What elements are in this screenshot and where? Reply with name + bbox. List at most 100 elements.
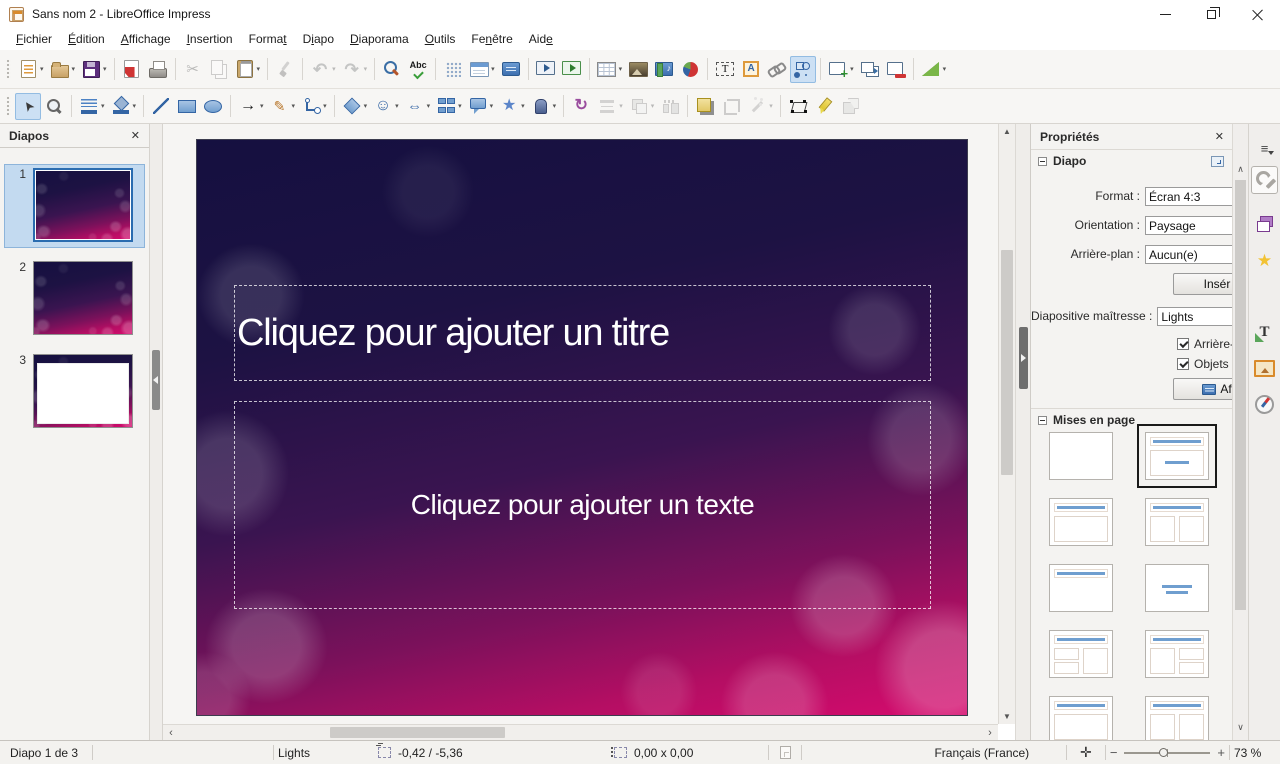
slide-thumbnail-preview[interactable] bbox=[33, 261, 133, 335]
master-slide-button[interactable] bbox=[498, 56, 524, 83]
dropdown-arrow-icon[interactable]: ▾ bbox=[292, 102, 296, 110]
dropdown-arrow-icon[interactable]: ▾ bbox=[323, 102, 327, 110]
insert-chart-button[interactable] bbox=[677, 56, 703, 83]
collapse-section-icon[interactable] bbox=[1038, 157, 1047, 166]
shadow-button[interactable] bbox=[692, 93, 718, 120]
zoom-pan-button[interactable] bbox=[41, 93, 67, 120]
diapo-section-header[interactable]: Diapo bbox=[1031, 150, 1233, 172]
new-presentation-button[interactable]: ▾ bbox=[15, 56, 47, 83]
dropdown-arrow-icon[interactable]: ▾ bbox=[943, 65, 947, 73]
scroll-down-icon[interactable]: ∨ bbox=[1233, 722, 1248, 733]
body-placeholder[interactable]: Cliquez pour ajouter un texte bbox=[234, 401, 931, 609]
extrusion-button[interactable] bbox=[837, 93, 863, 120]
layout-row5-left[interactable] bbox=[1049, 696, 1113, 740]
insert-hyperlink-button[interactable] bbox=[764, 56, 790, 83]
3d-objects-button[interactable]: ▾ bbox=[528, 93, 560, 120]
fit-slide-button[interactable]: ✛ bbox=[1071, 744, 1101, 761]
slide-thumbnail-preview[interactable] bbox=[33, 354, 133, 428]
layout-row5-right[interactable] bbox=[1145, 696, 1209, 740]
show-draw-functions-button[interactable] bbox=[790, 56, 816, 83]
scroll-up-icon[interactable]: ▲ bbox=[999, 124, 1015, 138]
delete-slide-button[interactable] bbox=[883, 56, 909, 83]
rectangle-button[interactable] bbox=[174, 93, 200, 120]
vertical-scroll-thumb[interactable] bbox=[1001, 250, 1013, 475]
scroll-up-icon[interactable]: ∧ bbox=[1233, 164, 1248, 175]
master-slide-combobox[interactable]: Lights bbox=[1157, 307, 1233, 326]
new-slide-button[interactable]: +▾ bbox=[825, 56, 857, 83]
left-splitter-handle[interactable] bbox=[152, 350, 160, 410]
menu-insertion[interactable]: Insertion bbox=[179, 30, 241, 48]
tab-navigator[interactable] bbox=[1251, 390, 1278, 418]
layout-one-left-two-right[interactable] bbox=[1145, 630, 1209, 678]
zoom-slider-handle[interactable] bbox=[1159, 748, 1168, 757]
redo-button[interactable]: ↷▾ bbox=[339, 56, 371, 83]
callouts-button[interactable]: ▾ bbox=[465, 93, 497, 120]
distribute-button[interactable] bbox=[657, 93, 683, 120]
dropdown-arrow-icon[interactable]: ▾ bbox=[103, 65, 107, 73]
curve-button[interactable]: ✎▾ bbox=[267, 93, 299, 120]
zoom-slider-track[interactable] bbox=[1124, 752, 1210, 754]
menu-fenetre[interactable]: Fenêtre bbox=[463, 30, 520, 48]
dropdown-arrow-icon[interactable]: ▾ bbox=[395, 102, 399, 110]
menu-diaporama[interactable]: Diaporama bbox=[342, 30, 417, 48]
master-view-button[interactable]: Af bbox=[1173, 378, 1233, 400]
dropdown-arrow-icon[interactable]: ▾ bbox=[458, 102, 462, 110]
collapse-section-icon[interactable] bbox=[1038, 416, 1047, 425]
menu-affichage[interactable]: Affichage bbox=[113, 30, 179, 48]
dropdown-arrow-icon[interactable]: ▾ bbox=[850, 65, 854, 73]
open-button[interactable]: ▾ bbox=[47, 56, 79, 83]
edit-points-button[interactable] bbox=[785, 93, 811, 120]
layout-blank[interactable] bbox=[1049, 432, 1113, 480]
display-grid-button[interactable] bbox=[440, 56, 466, 83]
layout-title-content[interactable] bbox=[1049, 498, 1113, 546]
layout-centered-text[interactable] bbox=[1145, 564, 1209, 612]
orientation-combobox[interactable]: Paysage bbox=[1145, 216, 1233, 235]
dropdown-arrow-icon[interactable]: ▾ bbox=[133, 102, 137, 110]
layout-title-two-content[interactable] bbox=[1145, 498, 1209, 546]
restore-button[interactable] bbox=[1188, 0, 1234, 28]
insert-image-button[interactable] bbox=[625, 56, 651, 83]
paste-button[interactable]: ▾ bbox=[232, 56, 264, 83]
tab-properties[interactable] bbox=[1251, 166, 1278, 194]
scroll-down-icon[interactable]: ▼ bbox=[999, 709, 1015, 723]
zoom-out-icon[interactable]: − bbox=[1110, 746, 1118, 759]
dropdown-arrow-icon[interactable]: ▾ bbox=[619, 102, 623, 110]
scroll-right-icon[interactable]: › bbox=[982, 725, 998, 740]
properties-scroll-thumb[interactable] bbox=[1235, 180, 1246, 610]
zoom-slider[interactable]: − + bbox=[1110, 746, 1225, 759]
master-background-checkbox[interactable]: Arrière- bbox=[1177, 335, 1233, 352]
crop-button[interactable] bbox=[718, 93, 744, 120]
tab-slide-transition[interactable] bbox=[1251, 210, 1278, 238]
menu-fichier[interactable]: Fichier bbox=[8, 30, 60, 48]
tab-styles[interactable]: T bbox=[1251, 318, 1278, 346]
display-views-button[interactable]: ▾ bbox=[466, 56, 498, 83]
start-from-first-slide-button[interactable] bbox=[533, 56, 559, 83]
close-button[interactable] bbox=[1234, 0, 1280, 28]
dropdown-arrow-icon[interactable]: ▾ bbox=[260, 102, 264, 110]
align-button[interactable]: ▾ bbox=[594, 93, 626, 120]
menu-aide[interactable]: Aide bbox=[521, 30, 561, 48]
properties-panel-close-icon[interactable]: ✕ bbox=[1215, 130, 1224, 143]
vertical-scrollbar[interactable]: ▲ ▼ bbox=[998, 124, 1015, 724]
block-arrows-button[interactable]: ⇔▾ bbox=[402, 93, 434, 120]
clone-formatting-button[interactable] bbox=[272, 56, 298, 83]
right-splitter[interactable] bbox=[1015, 124, 1030, 740]
left-splitter[interactable] bbox=[150, 124, 163, 740]
dropdown-arrow-icon[interactable]: ▾ bbox=[332, 65, 336, 73]
insert-media-button[interactable]: ♪ bbox=[651, 56, 677, 83]
line-ends-arrow-button[interactable]: →▾ bbox=[235, 93, 267, 120]
sidebar-settings-button[interactable]: ≡ bbox=[1251, 134, 1278, 162]
flowchart-button[interactable]: ▾ bbox=[433, 93, 465, 120]
dropdown-arrow-icon[interactable]: ▾ bbox=[72, 65, 76, 73]
line-color-button[interactable]: ▾ bbox=[76, 93, 108, 120]
horizontal-scroll-thumb[interactable] bbox=[330, 727, 505, 738]
dropdown-arrow-icon[interactable]: ▾ bbox=[491, 65, 495, 73]
dialog-launcher-icon[interactable] bbox=[1211, 156, 1224, 167]
slide-thumbnail-preview[interactable] bbox=[33, 168, 133, 242]
slide-thumbnail-3[interactable]: 3 bbox=[4, 350, 145, 434]
dropdown-arrow-icon[interactable]: ▾ bbox=[101, 102, 105, 110]
dropdown-arrow-icon[interactable]: ▾ bbox=[553, 102, 557, 110]
stars-button[interactable]: ★▾ bbox=[496, 93, 528, 120]
layout-title-only[interactable] bbox=[1049, 564, 1113, 612]
dropdown-arrow-icon[interactable]: ▾ bbox=[490, 102, 494, 110]
